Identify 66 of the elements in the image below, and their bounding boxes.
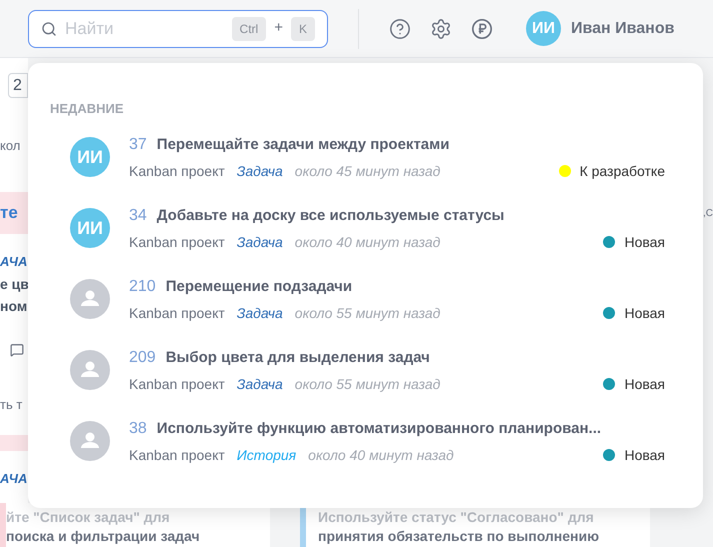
task-title: Перемещайте задачи между проектами — [156, 134, 450, 154]
recent-item[interactable]: 38 Используйте функцию автоматизированного планирован... Kanban проект История около 40 минут назад Новая — [70, 416, 665, 466]
status-label: К разработке — [580, 162, 665, 181]
settings-icon[interactable] — [430, 18, 452, 40]
status-label: Новая — [624, 304, 665, 322]
partial-type-label: АЧА — [0, 252, 28, 270]
task-number: 38 — [129, 418, 147, 438]
project-name: Kanban проект — [129, 446, 225, 465]
user-avatar: ИИ — [70, 208, 110, 248]
partial-text: е цв — [0, 275, 28, 293]
project-name: Kanban проект — [129, 162, 225, 181]
task-number: 210 — [129, 276, 156, 296]
task-number: 34 — [129, 206, 147, 226]
status-label: Новая — [624, 374, 665, 394]
task-number: 37 — [129, 134, 147, 154]
task-title: Перемещение подзадачи — [166, 276, 352, 296]
type-label: Задача — [236, 374, 283, 394]
type-label: Задача — [236, 232, 283, 252]
project-name: Kanban проект — [129, 374, 225, 394]
task-title: Добавьте на доску все используемые статусы — [156, 206, 504, 226]
type-label: Задача — [236, 304, 283, 322]
search-input[interactable]: Найти — [65, 16, 224, 42]
card-text: Используйте статус "Согласовано" для — [318, 508, 595, 527]
status-label: Новая — [624, 446, 665, 464]
search-field[interactable]: Найти Ctrl + K — [28, 10, 328, 48]
time-ago: около 55 минут назад — [294, 374, 440, 394]
user-silhouette-icon — [70, 279, 110, 319]
type-label: Задача — [236, 162, 283, 180]
shortcut-key: Ctrl — [232, 16, 266, 40]
partial-text: ном — [0, 297, 28, 315]
task-title: Используйте функцию автоматизированного планирован... — [156, 418, 602, 438]
task-number: 209 — [129, 348, 156, 368]
time-ago: около 40 минут назад — [308, 446, 454, 465]
time-ago: около 55 минут назад — [294, 304, 440, 323]
status-label: Новая — [624, 232, 665, 252]
partial-card-title: те — [0, 192, 28, 234]
help-icon[interactable] — [389, 18, 411, 40]
time-ago: около 40 минут назад — [294, 232, 440, 252]
section-heading: НЕДАВНИЕ — [50, 100, 124, 118]
user-silhouette-icon — [70, 421, 110, 461]
partial-text: ,С — [703, 207, 713, 221]
partial-text: ть т — [0, 396, 24, 414]
user-silhouette-icon — [70, 350, 110, 390]
card-text: поиска и фильтрации задач — [6, 527, 201, 546]
page-number-box[interactable]: 2 — [8, 73, 28, 98]
project-name: Kanban проект — [129, 232, 225, 252]
ruble-icon[interactable] — [471, 18, 493, 40]
card-text: йте "Список задач" для — [6, 508, 171, 527]
recent-item[interactable]: ИИ 34 Добавьте на доску все используемые статусы Kanban проект Задача около 40 минут назад Новая — [70, 204, 665, 252]
shortcut-plus: + — [274, 18, 283, 38]
recent-item[interactable]: ИИ 37 Перемещайте задачи между проектами Kanban проект Задача около 45 минут назад К разработке — [70, 132, 665, 182]
card-text: принятия обязательств по выполнению — [318, 527, 600, 546]
recent-item[interactable]: 209 Выбор цвета для выделения задач Kanban проект Задача около 55 минут назад Новая — [70, 346, 665, 394]
partial-text: кол — [0, 137, 22, 155]
recent-item[interactable]: 210 Перемещение подзадачи Kanban проект Задача около 55 минут назад Новая — [70, 274, 665, 324]
shortcut-key: K — [290, 16, 315, 40]
user-avatar: ИИ — [70, 137, 110, 177]
time-ago: около 45 минут назад — [294, 162, 440, 181]
card-stripe — [0, 434, 28, 450]
project-name: Kanban проект — [129, 304, 225, 323]
type-label: История — [236, 446, 296, 465]
task-title: Выбор цвета для выделения задач — [166, 348, 430, 368]
user-name[interactable]: Иван Иванов — [571, 16, 674, 40]
partial-type-label: АЧА — [0, 470, 28, 488]
comment-icon — [10, 343, 24, 357]
search-icon — [41, 20, 57, 36]
